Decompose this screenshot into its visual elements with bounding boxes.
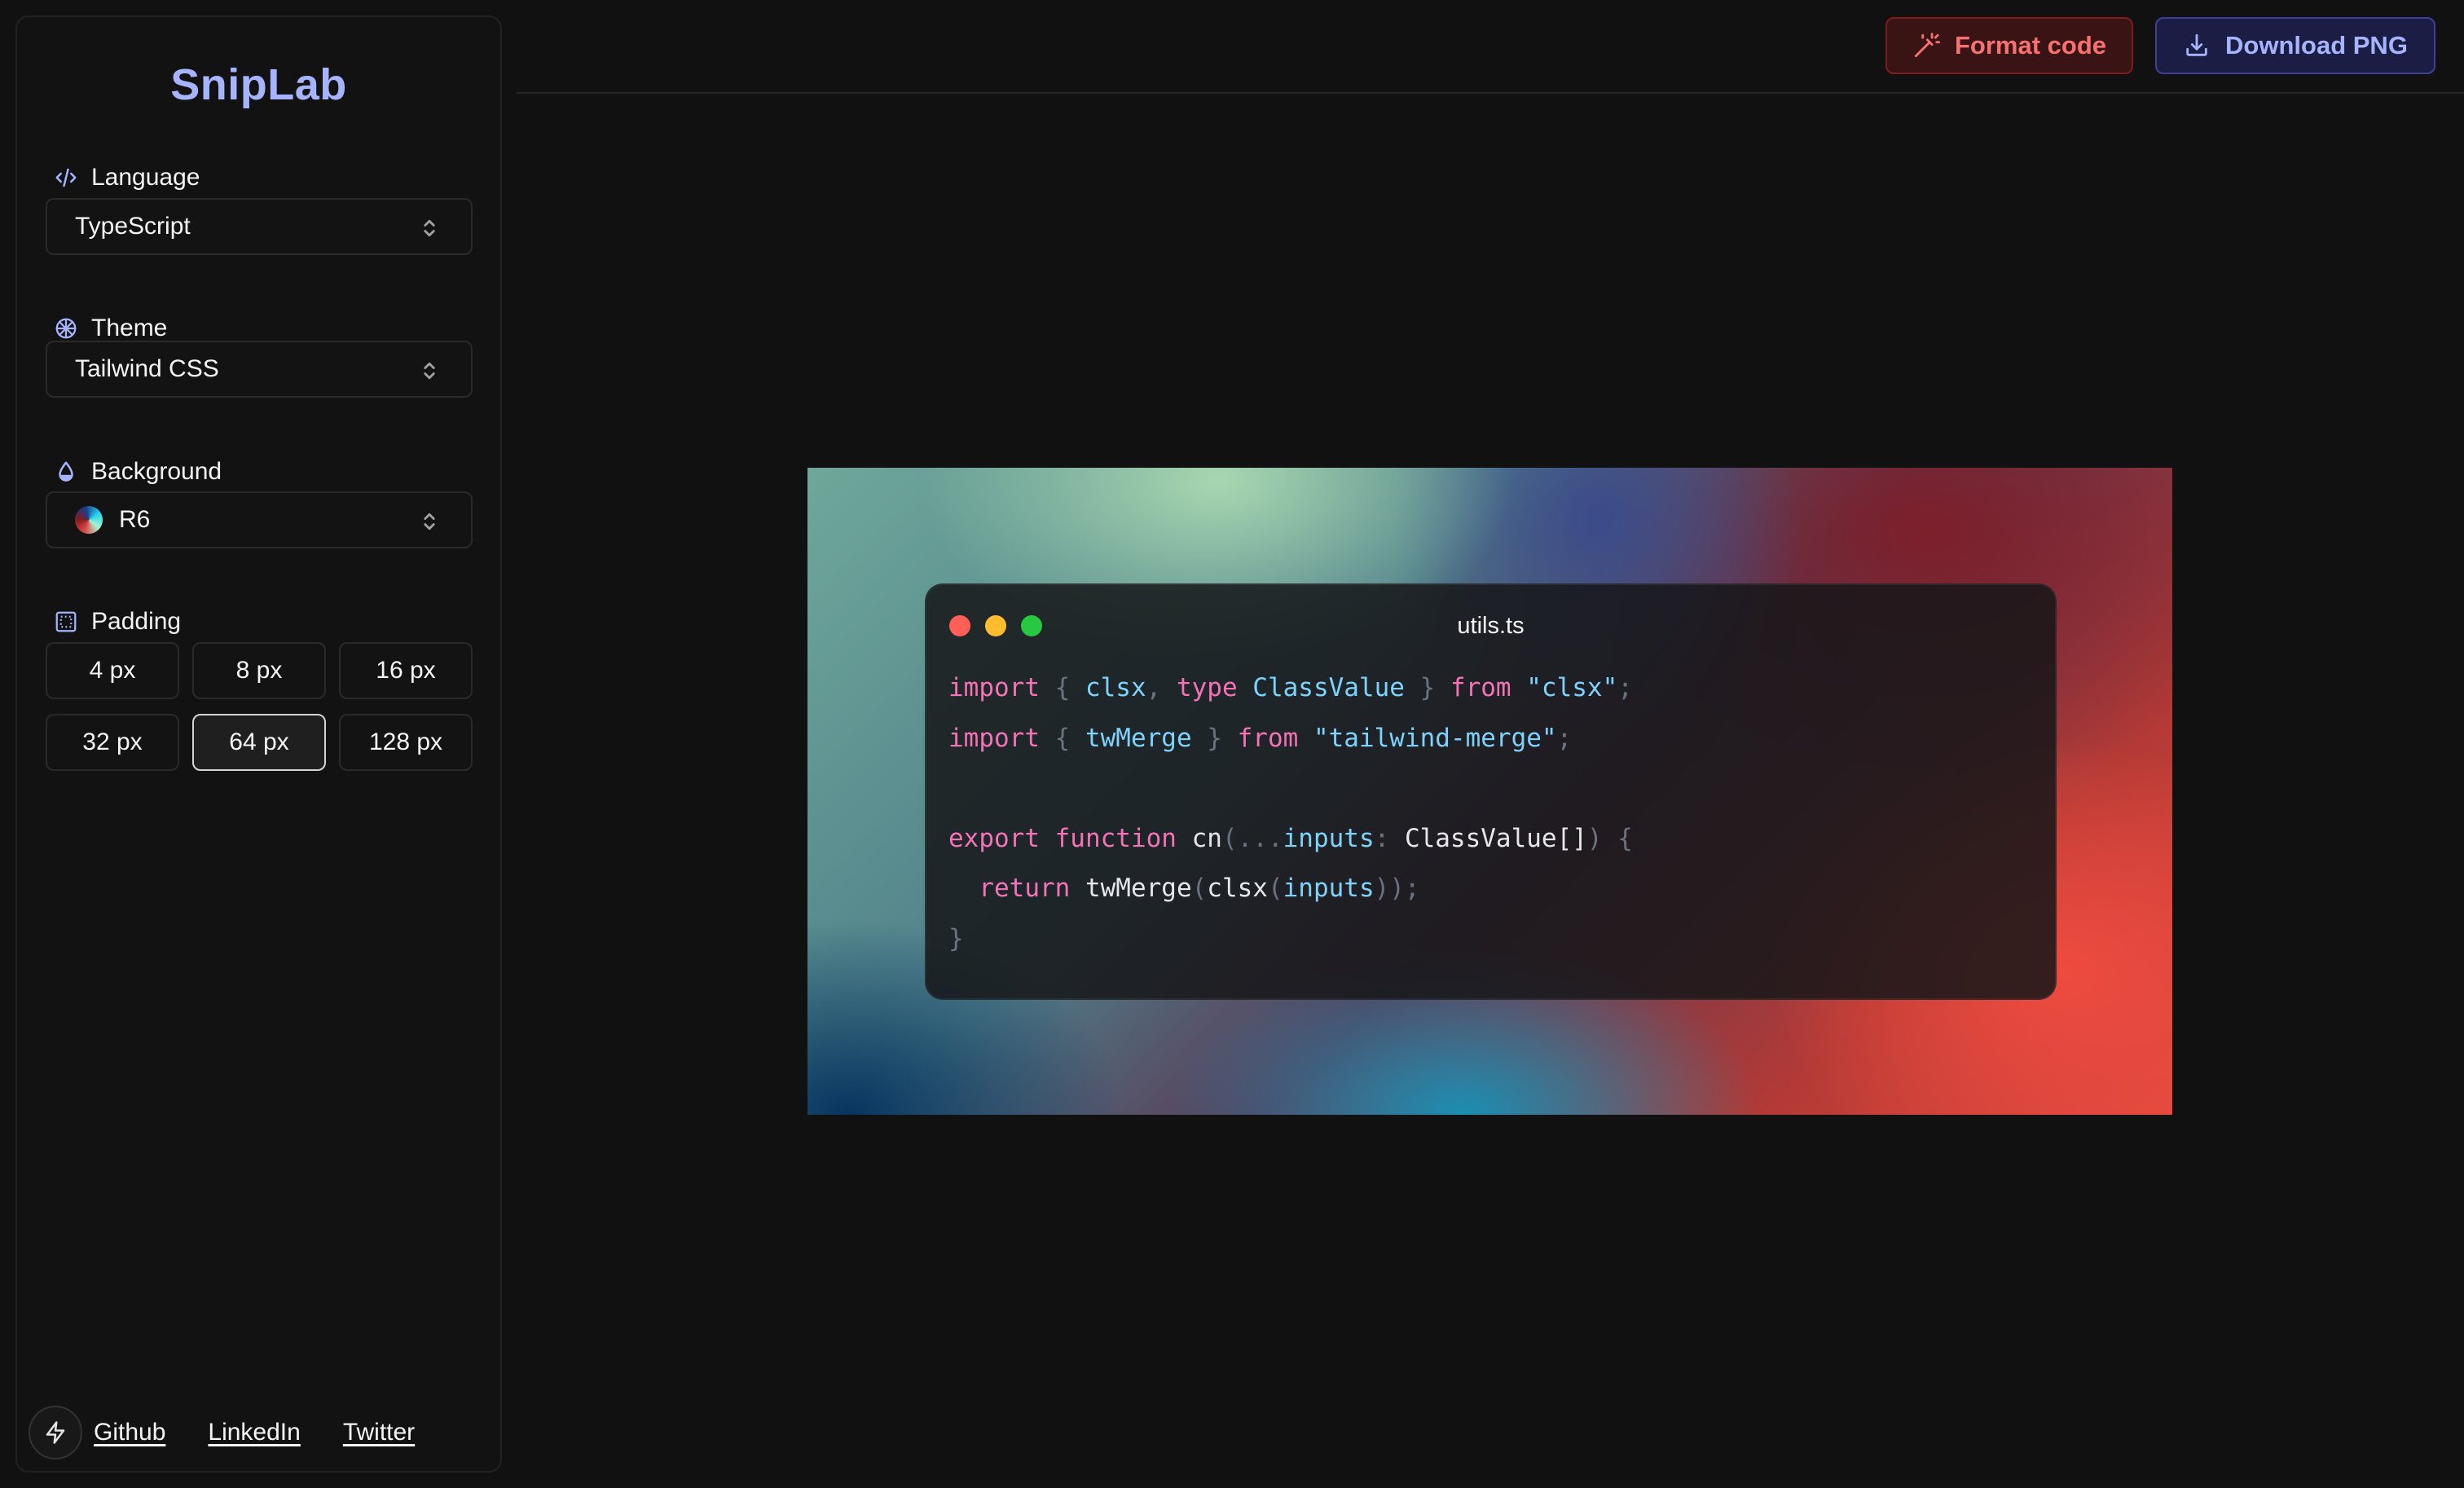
code-token: } — [948, 923, 964, 953]
code-token: ) { — [1586, 823, 1633, 853]
code-line: import { clsx, type ClassValue } from "c… — [948, 663, 1633, 714]
code-token: , — [1146, 673, 1177, 702]
toolbar: Format code Download PNG — [517, 0, 2464, 94]
padding-label: Padding — [54, 608, 181, 636]
code-token: ( — [1267, 874, 1283, 903]
code-icon — [54, 165, 78, 190]
twitter-link[interactable]: Twitter — [343, 1419, 415, 1446]
code-token: from — [1450, 673, 1511, 702]
background-value: R6 — [119, 506, 151, 533]
code-token: : — [1374, 823, 1405, 853]
code-token: inputs — [1283, 874, 1375, 903]
magic-wand-icon — [1914, 33, 1940, 58]
code-token: import — [948, 673, 1040, 702]
chevron-up-down-icon — [424, 513, 435, 530]
code-token: import — [948, 723, 1040, 753]
code-token: } — [1191, 723, 1238, 753]
filename[interactable]: utils.ts — [926, 613, 2055, 640]
language-value: TypeScript — [75, 213, 191, 240]
code-token: ClassValue[] — [1404, 823, 1587, 853]
chevron-up-down-icon — [424, 362, 435, 380]
app-logo: SnipLab — [170, 60, 347, 109]
chevron-up-down-icon — [424, 219, 435, 237]
sidebar: SnipLab Language TypeScript Theme Tailwi… — [15, 15, 502, 1473]
code-token: twMerge — [1085, 723, 1192, 753]
background-label: Background — [54, 458, 222, 486]
code-token: { — [1039, 723, 1085, 753]
bolt-icon — [46, 1421, 65, 1444]
droplet-icon — [54, 460, 78, 484]
theme-icon — [54, 316, 78, 341]
code-window: utils.ts import { clsx, type ClassValue … — [925, 583, 2057, 1000]
code-line: } — [948, 914, 1633, 965]
code-token: inputs — [1283, 823, 1375, 853]
code-token: export — [948, 823, 1040, 853]
code-token: { — [1039, 673, 1085, 702]
padding-options: 4 px 8 px 16 px 32 px 64 px 128 px — [46, 642, 473, 771]
download-png-button[interactable]: Download PNG — [2155, 17, 2435, 74]
theme-label: Theme — [54, 315, 167, 342]
padding-option-8[interactable]: 8 px — [192, 642, 326, 699]
code-token: } — [1404, 673, 1450, 702]
padding-option-16[interactable]: 16 px — [339, 642, 473, 699]
code-token: cn — [1176, 823, 1222, 853]
code-token: )); — [1374, 874, 1420, 903]
padding-option-128[interactable]: 128 px — [339, 714, 473, 771]
background-select[interactable]: R6 — [46, 491, 473, 548]
code-token: "clsx" — [1511, 673, 1618, 702]
code-token: ; — [1617, 673, 1633, 702]
code-line: return twMerge(clsx(inputs)); — [948, 864, 1633, 914]
code-token: "tailwind-merge" — [1298, 723, 1557, 753]
theme-value: Tailwind CSS — [75, 355, 219, 382]
padding-option-64[interactable]: 64 px — [192, 714, 326, 771]
sidebar-footer: Github LinkedIn Twitter — [29, 1406, 457, 1459]
download-icon — [2186, 33, 2207, 56]
code-token: ; — [1556, 723, 1573, 753]
code-token: function — [1039, 823, 1177, 853]
code-token: from — [1237, 723, 1299, 753]
code-token: clsx — [1207, 874, 1268, 903]
background-swatch — [75, 506, 103, 534]
code-token: ClassValue — [1237, 673, 1405, 702]
padding-option-4[interactable]: 4 px — [46, 642, 179, 699]
padding-icon — [54, 610, 78, 634]
code-token: type — [1176, 673, 1238, 702]
language-label: Language — [54, 164, 200, 192]
theme-select[interactable]: Tailwind CSS — [46, 341, 473, 398]
format-code-button[interactable]: Format code — [1885, 17, 2133, 74]
padding-option-32[interactable]: 32 px — [46, 714, 179, 771]
code-line: export function cn(...inputs: ClassValue… — [948, 814, 1633, 865]
language-select[interactable]: TypeScript — [46, 198, 473, 255]
code-token: twMerge — [1070, 874, 1192, 903]
code-token: return — [979, 874, 1071, 903]
github-link[interactable]: Github — [94, 1419, 165, 1446]
linkedin-link[interactable]: LinkedIn — [208, 1419, 300, 1446]
code-token: ( — [1191, 874, 1208, 903]
code-editor[interactable]: import { clsx, type ClassValue } from "c… — [948, 663, 1633, 964]
code-line: import { twMerge } from "tailwind-merge"… — [948, 714, 1633, 764]
theme-toggle-button[interactable] — [29, 1406, 82, 1459]
code-token: clsx — [1085, 673, 1146, 702]
code-token: (... — [1221, 823, 1283, 853]
snippet-preview: utils.ts import { clsx, type ClassValue … — [807, 468, 2172, 1115]
